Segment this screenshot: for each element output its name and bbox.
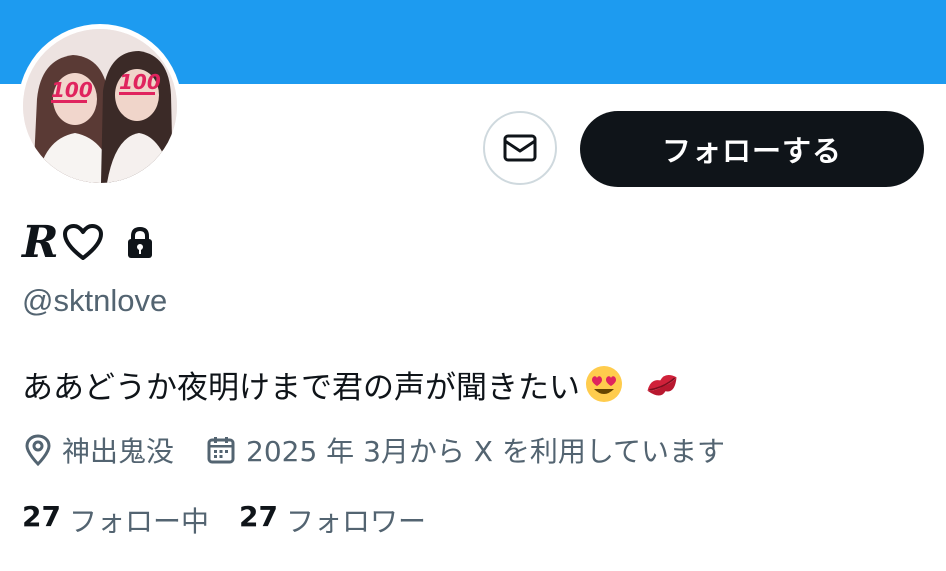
kiss-mark-icon bbox=[642, 368, 682, 400]
follow-stats: 27 フォロー中 27 フォロワー bbox=[22, 500, 426, 540]
display-name-row: R bbox=[22, 216, 155, 270]
followers-count: 27 bbox=[238, 500, 278, 533]
bio-text: ああどうか夜明けまで君の声が聞きたい bbox=[22, 369, 580, 406]
profile-bio: ああどうか夜明けまで君の声が聞きたい bbox=[22, 362, 682, 406]
calendar-icon bbox=[206, 435, 236, 465]
profile-handle: @sktnlove bbox=[22, 283, 168, 318]
follow-button[interactable]: フォローする bbox=[580, 111, 924, 187]
heart-eyes-emoji-icon bbox=[584, 364, 624, 404]
avatar[interactable]: 100 100 bbox=[23, 29, 177, 183]
svg-text:100: 100 bbox=[119, 70, 161, 94]
follow-button-label: フォローする bbox=[661, 134, 842, 168]
profile-location: 神出鬼没 bbox=[62, 435, 175, 468]
followers-link[interactable]: 27 フォロワー bbox=[239, 500, 426, 540]
following-link[interactable]: 27 フォロー中 bbox=[22, 500, 209, 540]
display-name: R bbox=[22, 217, 59, 268]
followers-label: フォロワー bbox=[285, 505, 426, 538]
envelope-icon bbox=[503, 134, 537, 162]
heart-icon bbox=[62, 224, 103, 262]
location-pin-icon bbox=[24, 434, 52, 466]
following-label: フォロー中 bbox=[68, 505, 209, 538]
avatar-photo: 100 100 bbox=[23, 29, 177, 183]
lock-icon bbox=[125, 226, 155, 260]
following-count: 27 bbox=[22, 500, 61, 533]
profile-meta: 神出鬼没 2025 年 3月から X を利用しています bbox=[24, 428, 725, 472]
message-button[interactable] bbox=[483, 111, 557, 185]
profile-join-date: 2025 年 3月から X を利用しています bbox=[246, 435, 726, 468]
svg-text:100: 100 bbox=[51, 78, 93, 102]
